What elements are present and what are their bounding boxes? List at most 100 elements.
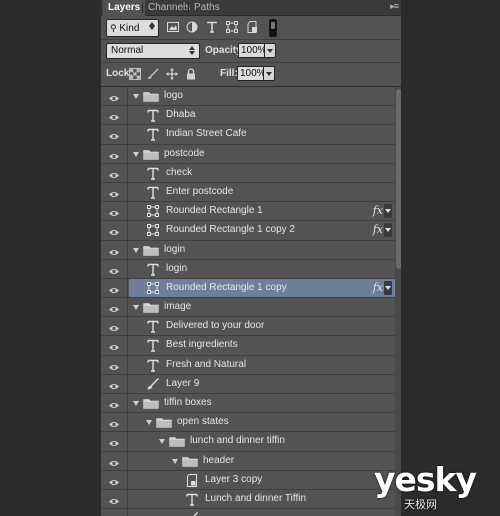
layer-content[interactable]: open states bbox=[129, 413, 395, 431]
visibility-toggle[interactable] bbox=[101, 470, 128, 489]
layer-row[interactable]: Enter postcode bbox=[101, 182, 395, 203]
layer-row[interactable]: Best ingredients bbox=[101, 336, 395, 356]
layer-name[interactable]: postcode bbox=[164, 148, 205, 159]
visibility-toggle[interactable] bbox=[101, 106, 128, 125]
expand-triangle-icon[interactable] bbox=[133, 151, 139, 157]
layer-content[interactable]: Rounded Rectangle 1 copy fx bbox=[129, 278, 395, 298]
layer-name[interactable]: Enter postcode bbox=[166, 186, 233, 197]
layer-content[interactable]: logo bbox=[129, 87, 395, 105]
layer-row[interactable]: Delivered to your door bbox=[101, 317, 395, 337]
layer-effects-icon[interactable]: fx bbox=[373, 223, 383, 236]
opacity-field[interactable]: 100% bbox=[238, 43, 267, 58]
layer-name[interactable]: header bbox=[203, 455, 234, 466]
visibility-toggle[interactable] bbox=[101, 163, 128, 182]
layer-content[interactable]: lunch and dinner tiffin bbox=[129, 432, 395, 450]
visibility-toggle[interactable] bbox=[101, 432, 128, 451]
lock-position-icon[interactable] bbox=[166, 68, 178, 80]
expand-triangle-icon[interactable] bbox=[146, 420, 152, 426]
layer-group-row[interactable]: header bbox=[101, 451, 395, 471]
layer-name[interactable]: Fresh and Natural bbox=[166, 359, 246, 370]
expand-triangle-icon[interactable] bbox=[159, 439, 165, 445]
layers-scrollbar[interactable] bbox=[395, 87, 401, 516]
layer-name[interactable]: Indian Street Cafe bbox=[166, 128, 247, 139]
layer-content[interactable]: header bbox=[129, 452, 395, 470]
layer-content[interactable]: login bbox=[129, 241, 395, 259]
panel-menu-icon[interactable]: ▸≡ bbox=[390, 1, 399, 12]
layer-content[interactable]: Delivered to your door bbox=[129, 317, 395, 335]
visibility-toggle[interactable] bbox=[101, 317, 128, 336]
fill-field[interactable]: 100% bbox=[237, 66, 266, 81]
filter-kind-select[interactable]: ⚲ Kind bbox=[106, 19, 159, 37]
visibility-toggle[interactable] bbox=[101, 221, 128, 240]
layer-row[interactable]: Indian Street Cafe bbox=[101, 125, 395, 145]
visibility-toggle[interactable] bbox=[101, 336, 128, 355]
expand-triangle-icon[interactable] bbox=[133, 401, 139, 406]
visibility-toggle[interactable] bbox=[101, 298, 128, 317]
layer-content[interactable]: Lunch and dinner Tiffin bbox=[129, 490, 395, 508]
layer-group-row[interactable]: login bbox=[101, 240, 395, 260]
visibility-toggle[interactable] bbox=[101, 202, 128, 221]
visibility-toggle[interactable] bbox=[101, 240, 128, 259]
layer-row[interactable]: Layer 9 bbox=[101, 374, 395, 394]
layer-content[interactable]: Indian Street Cafe bbox=[129, 125, 395, 143]
layer-group-row[interactable]: postcode bbox=[101, 144, 395, 164]
layer-group-row[interactable]: image bbox=[101, 298, 395, 318]
layer-group-row[interactable]: lunch and dinner tiffin bbox=[101, 432, 395, 452]
layer-content[interactable]: Rounded Rectangle 1 fx bbox=[129, 202, 395, 220]
layer-effects-icon[interactable]: fx bbox=[373, 204, 383, 217]
layer-name[interactable]: image bbox=[164, 301, 191, 312]
visibility-toggle[interactable] bbox=[101, 182, 128, 202]
expand-triangle-icon[interactable] bbox=[133, 94, 139, 99]
visibility-toggle[interactable] bbox=[101, 125, 128, 144]
layer-name[interactable]: tiffin boxes bbox=[164, 397, 212, 408]
visibility-toggle[interactable] bbox=[101, 509, 128, 516]
layer-content[interactable]: tiffin boxes bbox=[129, 394, 395, 412]
layer-name[interactable]: Best ingredients bbox=[166, 339, 238, 350]
lock-all-icon[interactable] bbox=[185, 68, 197, 80]
visibility-toggle[interactable] bbox=[101, 355, 128, 374]
pixel-layer-filter-icon[interactable] bbox=[167, 21, 179, 33]
layer-row[interactable]: Dhaba bbox=[101, 106, 395, 126]
tab-paths[interactable]: Paths bbox=[189, 0, 225, 16]
fill-dropdown-button[interactable] bbox=[264, 66, 275, 81]
layer-name[interactable]: login bbox=[166, 263, 187, 274]
layer-row[interactable] bbox=[101, 509, 395, 516]
visibility-toggle[interactable] bbox=[101, 394, 128, 413]
smart-object-filter-icon[interactable] bbox=[247, 21, 259, 33]
lock-transparent-pixels-icon[interactable] bbox=[129, 68, 141, 80]
layer-content[interactable]: Layer 3 copy bbox=[129, 471, 395, 489]
scrollbar-thumb[interactable] bbox=[396, 89, 401, 269]
shape-layer-filter-icon[interactable] bbox=[226, 21, 238, 33]
layer-name[interactable]: lunch and dinner tiffin bbox=[190, 435, 285, 446]
effects-expand-button[interactable] bbox=[384, 223, 392, 238]
layer-group-row[interactable]: tiffin boxes bbox=[101, 394, 395, 414]
layer-content[interactable]: Rounded Rectangle 1 copy 2 fx bbox=[129, 221, 395, 239]
layer-name[interactable]: Rounded Rectangle 1 copy 2 bbox=[166, 224, 295, 235]
layer-name[interactable]: login bbox=[164, 244, 185, 255]
layer-content[interactable]: image bbox=[129, 298, 395, 316]
layer-row[interactable]: Lunch and dinner Tiffin bbox=[101, 489, 395, 510]
layer-content[interactable] bbox=[129, 509, 395, 516]
visibility-toggle[interactable] bbox=[101, 144, 128, 163]
opacity-dropdown-button[interactable] bbox=[265, 43, 276, 58]
visibility-toggle[interactable] bbox=[101, 489, 128, 509]
expand-triangle-icon[interactable] bbox=[133, 305, 139, 311]
effects-expand-button[interactable] bbox=[384, 280, 392, 295]
layer-group-row[interactable]: open states bbox=[101, 413, 395, 433]
layer-row[interactable]: login bbox=[101, 259, 395, 279]
filter-toggle-switch[interactable] bbox=[269, 19, 277, 37]
layer-name[interactable]: Layer 9 bbox=[166, 378, 199, 389]
layer-group-row[interactable]: logo bbox=[101, 87, 395, 107]
visibility-toggle[interactable] bbox=[101, 87, 128, 106]
lock-image-pixels-icon[interactable] bbox=[147, 68, 159, 80]
layer-name[interactable]: Rounded Rectangle 1 bbox=[166, 205, 263, 216]
layer-content[interactable]: Layer 9 bbox=[129, 375, 395, 393]
layer-name[interactable]: Delivered to your door bbox=[166, 320, 264, 331]
visibility-toggle[interactable] bbox=[101, 259, 128, 278]
layer-row[interactable]: Rounded Rectangle 1 copy 2 fx bbox=[101, 221, 395, 241]
expand-triangle-icon[interactable] bbox=[133, 247, 139, 253]
layer-row[interactable]: Fresh and Natural bbox=[101, 355, 395, 375]
layer-name[interactable]: Rounded Rectangle 1 copy bbox=[166, 282, 287, 293]
visibility-toggle[interactable] bbox=[101, 413, 128, 432]
type-layer-filter-icon[interactable] bbox=[206, 21, 218, 33]
